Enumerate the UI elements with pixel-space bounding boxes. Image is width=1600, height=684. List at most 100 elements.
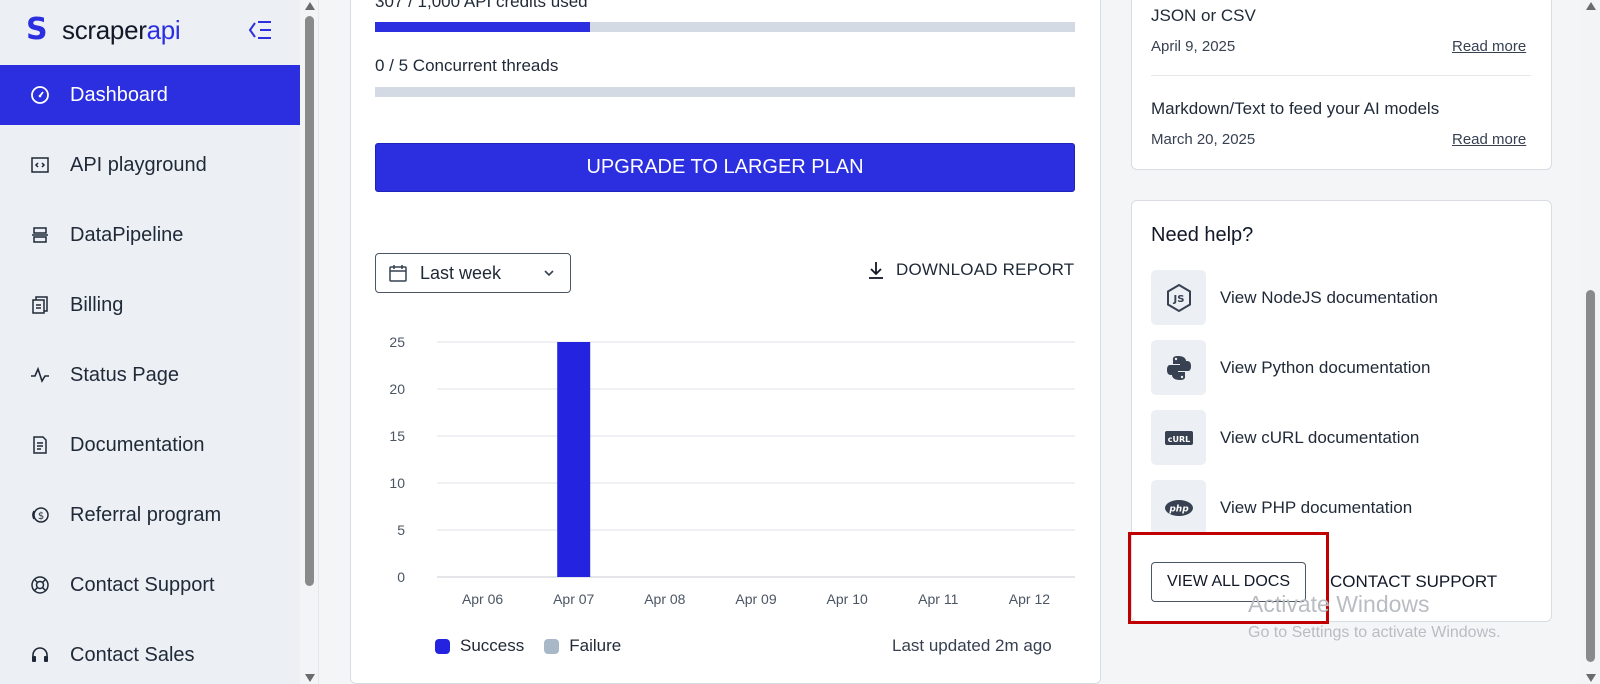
doc-link-php[interactable]: php View PHP documentation	[1151, 480, 1412, 535]
php-icon: php	[1151, 480, 1206, 535]
x-tick-label: Apr 06	[462, 591, 503, 607]
blog-item-title[interactable]: JSON or CSV	[1151, 6, 1256, 26]
sidebar-item-documentation[interactable]: Documentation	[0, 415, 300, 475]
logo-text: scraperapi	[62, 14, 181, 45]
sidebar-item-contact-support[interactable]: Contact Support	[0, 555, 300, 615]
sidebar-item-label: API playground	[70, 153, 207, 176]
svg-text:$: $	[38, 511, 44, 522]
help-title: Need help?	[1151, 224, 1254, 246]
sidebar-scrollbar-thumb[interactable]	[305, 16, 314, 586]
nodejs-icon: JS	[1151, 270, 1206, 325]
svg-text:php: php	[1168, 504, 1189, 514]
sidebar-item-label: Documentation	[70, 433, 205, 456]
y-tick-label: 5	[397, 522, 405, 538]
collapse-sidebar-icon[interactable]	[246, 18, 272, 42]
windows-activation-watermark-title: Activate Windows	[1248, 591, 1430, 617]
windows-activation-watermark-text: Go to Settings to activate Windows.	[1248, 624, 1501, 641]
scroll-down-arrow-icon[interactable]	[1586, 674, 1596, 682]
legend-item-success[interactable]: Success	[435, 636, 524, 656]
sidebar-scrollbar[interactable]	[300, 0, 319, 684]
python-icon	[1151, 340, 1206, 395]
threads-progress-bar	[375, 87, 1075, 97]
y-tick-label: 20	[389, 381, 405, 397]
doc-link-python[interactable]: View Python documentation	[1151, 340, 1430, 395]
svg-text:cURL: cURL	[1167, 435, 1190, 444]
doc-link-label: View PHP documentation	[1220, 497, 1413, 517]
calendar-icon	[389, 265, 407, 282]
doc-link-curl[interactable]: cURL View cURL documentation	[1151, 410, 1419, 465]
gauge-icon	[30, 85, 50, 105]
read-more-link[interactable]: Read more	[1452, 131, 1526, 148]
contact-support-button[interactable]: CONTACT SUPPORT	[1330, 572, 1497, 592]
blog-item-date: March 20, 2025	[1151, 131, 1256, 148]
code-icon	[30, 155, 50, 175]
dollar-coin-icon: $	[30, 505, 50, 525]
legend-item-failure[interactable]: Failure	[544, 636, 621, 656]
y-tick-label: 10	[389, 475, 405, 491]
blog-item-title[interactable]: Markdown/Text to feed your AI models	[1151, 99, 1439, 119]
curl-icon: cURL	[1151, 410, 1206, 465]
concurrent-threads-text: 0 / 5 Concurrent threads	[375, 56, 559, 75]
svg-text:JS: JS	[1172, 294, 1184, 305]
upgrade-plan-button[interactable]: UPGRADE TO LARGER PLAN	[375, 143, 1075, 192]
last-updated-text: Last updated 2m ago	[892, 636, 1052, 655]
sidebar-item-label: Billing	[70, 293, 124, 316]
doc-link-label: View cURL documentation	[1220, 427, 1420, 447]
bar-success	[557, 342, 591, 577]
sidebar-item-datapipeline[interactable]: DataPipeline	[0, 205, 300, 265]
legend-swatch-success	[435, 638, 450, 654]
legend-label: Success	[460, 636, 525, 655]
sidebar: S scraperapi Dashboard API playground Da…	[0, 0, 300, 684]
x-tick-label: Apr 07	[553, 591, 594, 607]
doc-link-label: View NodeJS documentation	[1220, 287, 1438, 307]
sidebar-item-status-page[interactable]: Status Page	[0, 345, 300, 405]
sidebar-item-billing[interactable]: Billing	[0, 275, 300, 335]
legend-swatch-failure	[544, 638, 560, 654]
x-tick-label: Apr 11	[918, 591, 958, 607]
sidebar-nav: Dashboard API playground DataPipeline Bi…	[0, 65, 300, 684]
scraperapi-logo-icon: S	[26, 12, 48, 47]
y-tick-label: 0	[397, 569, 405, 585]
sidebar-item-api-playground[interactable]: API playground	[0, 135, 300, 195]
blog-item-date: April 9, 2025	[1151, 38, 1236, 55]
scroll-up-arrow-icon[interactable]	[305, 2, 315, 10]
document-icon	[30, 435, 50, 455]
page-scrollbar-thumb[interactable]	[1586, 290, 1595, 662]
download-report-label: DOWNLOAD REPORT	[896, 260, 1075, 279]
credits-progress-bar	[375, 22, 1075, 32]
sidebar-item-referral-program[interactable]: $ Referral program	[0, 485, 300, 545]
sidebar-item-label: Referral program	[70, 503, 222, 526]
credits-used-text: 307 / 1,000 API credits used	[375, 0, 588, 11]
doc-link-nodejs[interactable]: JS View NodeJS documentation	[1151, 270, 1438, 325]
pipeline-icon	[30, 225, 50, 245]
pulse-icon	[30, 365, 50, 385]
billing-icon	[30, 295, 50, 315]
y-tick-label: 15	[389, 428, 405, 444]
blog-divider	[1151, 75, 1531, 76]
sidebar-item-dashboard[interactable]: Dashboard	[0, 65, 300, 125]
headset-icon	[30, 645, 50, 665]
scroll-up-arrow-icon[interactable]	[1586, 2, 1596, 10]
download-icon	[869, 262, 883, 279]
x-tick-label: Apr 08	[644, 591, 685, 607]
period-select[interactable]: Last week	[375, 253, 571, 293]
x-tick-label: Apr 10	[827, 591, 868, 607]
x-tick-label: Apr 09	[735, 591, 776, 607]
x-tick-label: Apr 12	[1009, 591, 1050, 607]
download-report-button[interactable]: DOWNLOAD REPORT	[866, 260, 1074, 280]
lifebuoy-icon	[30, 575, 50, 595]
y-tick-label: 25	[389, 334, 405, 350]
read-more-link[interactable]: Read more	[1452, 38, 1526, 55]
period-select-value: Last week	[420, 262, 502, 283]
sidebar-item-contact-sales[interactable]: Contact Sales	[0, 625, 300, 684]
credits-progress-fill	[375, 22, 590, 32]
sidebar-item-label: Contact Sales	[70, 643, 195, 666]
doc-link-label: View Python documentation	[1220, 357, 1431, 377]
sidebar-item-label: Dashboard	[70, 83, 168, 106]
page-scrollbar[interactable]	[1581, 0, 1600, 684]
usage-chart: 0 5 10 15 20 25 Apr 06 Apr 07 Apr 08 Apr 09 Apr 10…	[375, 325, 1085, 615]
scroll-down-arrow-icon[interactable]	[305, 674, 315, 682]
logo[interactable]: S scraperapi	[26, 12, 181, 47]
sidebar-item-label: DataPipeline	[70, 223, 184, 246]
sidebar-item-label: Status Page	[70, 363, 179, 386]
